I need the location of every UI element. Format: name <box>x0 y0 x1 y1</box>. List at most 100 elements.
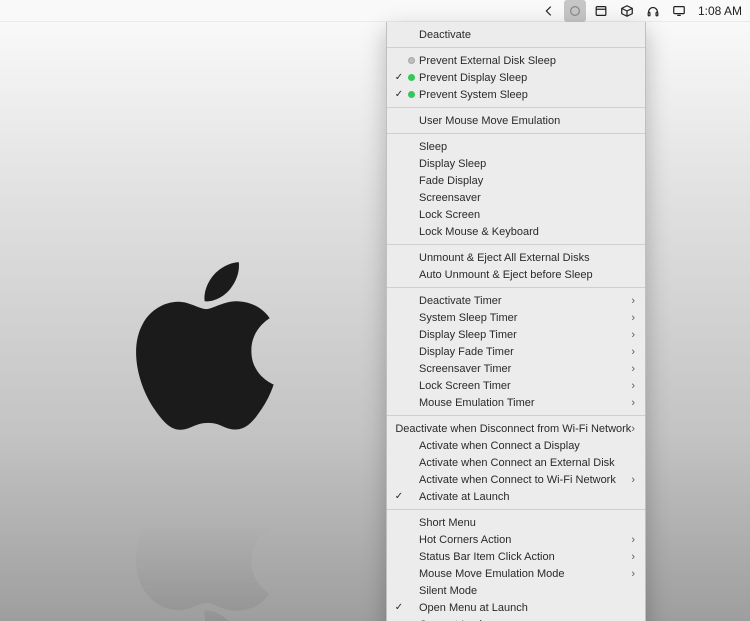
menu-item[interactable]: Display Sleep Timer› <box>387 326 645 343</box>
menu-separator <box>387 107 645 108</box>
menu-item-label: Silent Mode <box>417 584 625 598</box>
menu-item-label: Lock Screen Timer <box>417 379 625 393</box>
menu-item-label: Deactivate when Disconnect from Wi-Fi Ne… <box>393 422 631 436</box>
menu-item[interactable]: Deactivate when Disconnect from Wi-Fi Ne… <box>387 420 645 437</box>
chevron-right-icon: › <box>631 422 635 436</box>
menubar-display-icon[interactable] <box>668 0 690 22</box>
chevron-right-icon: › <box>625 294 635 308</box>
menu-item[interactable]: Lock Mouse & Keyboard <box>387 223 645 240</box>
menu-item[interactable]: ✓ Prevent Display Sleep <box>387 69 645 86</box>
menu-item-label: Open Menu at Launch <box>417 601 625 615</box>
menu-item[interactable]: Sleep <box>387 138 645 155</box>
menu-item[interactable]: Deactivate <box>387 26 645 43</box>
menu-item[interactable]: Status Bar Item Click Action› <box>387 548 645 565</box>
menu-separator <box>387 47 645 48</box>
menu-item[interactable]: Screensaver Timer› <box>387 360 645 377</box>
chevron-right-icon: › <box>625 396 635 410</box>
menu-item-label: Fade Display <box>417 174 625 188</box>
menu-item-label: Short Menu <box>417 516 625 530</box>
menu-item[interactable]: Mouse Emulation Timer› <box>387 394 645 411</box>
menu-item[interactable]: Display Sleep <box>387 155 645 172</box>
menu-item-label: Prevent External Disk Sleep <box>417 54 625 68</box>
chevron-right-icon: › <box>625 345 635 359</box>
menu-item-label: User Mouse Move Emulation <box>417 114 625 128</box>
menu-item[interactable]: Screensaver <box>387 189 645 206</box>
menu-separator <box>387 415 645 416</box>
menu-item-label: Screensaver <box>417 191 625 205</box>
menu-item[interactable]: Lock Screen <box>387 206 645 223</box>
chevron-right-icon: › <box>625 567 635 581</box>
menu-item[interactable]: ✓ Prevent System Sleep <box>387 86 645 103</box>
chevron-right-icon: › <box>625 379 635 393</box>
menu-item[interactable]: Silent Mode <box>387 582 645 599</box>
menu-item[interactable]: ✓ Open Menu at Launch <box>387 599 645 616</box>
menu-item-label: Activate when Connect to Wi-Fi Network <box>417 473 625 487</box>
menubar-calendar-icon[interactable] <box>590 0 612 22</box>
status-dot-icon <box>405 57 417 64</box>
check-icon: ✓ <box>393 88 405 102</box>
menu-item-label: Mouse Move Emulation Mode <box>417 567 625 581</box>
menu-item-label: Hot Corners Action <box>417 533 625 547</box>
check-icon: ✓ <box>393 490 405 504</box>
chevron-right-icon: › <box>625 328 635 342</box>
menu-item[interactable]: Open at Login <box>387 616 645 621</box>
menu-item-label: Open at Login <box>417 618 625 621</box>
menu-item[interactable]: Deactivate Timer› <box>387 292 645 309</box>
menu-item-label: Display Sleep Timer <box>417 328 625 342</box>
chevron-right-icon: › <box>625 311 635 325</box>
chevron-right-icon: › <box>625 533 635 547</box>
menu-item-label: Prevent System Sleep <box>417 88 625 102</box>
menu-item[interactable]: Unmount & Eject All External Disks <box>387 249 645 266</box>
menubar-cube-icon[interactable] <box>616 0 638 22</box>
menubar-clock[interactable]: 1:08 AM <box>698 4 742 18</box>
menu-item-label: Lock Screen <box>417 208 625 222</box>
menu-item[interactable]: ✓ Activate at Launch <box>387 488 645 505</box>
menu-item[interactable]: Short Menu <box>387 514 645 531</box>
menubar-app-icon[interactable] <box>564 0 586 22</box>
menu-item-label: Display Fade Timer <box>417 345 625 359</box>
menu-separator <box>387 133 645 134</box>
menu-item[interactable]: Hot Corners Action› <box>387 531 645 548</box>
menu-item[interactable]: User Mouse Move Emulation <box>387 112 645 129</box>
menu-item-label: Mouse Emulation Timer <box>417 396 625 410</box>
menu-separator <box>387 244 645 245</box>
menu-item-label: Prevent Display Sleep <box>417 71 625 85</box>
menu-item-label: Auto Unmount & Eject before Sleep <box>417 268 625 282</box>
check-icon: ✓ <box>393 71 405 85</box>
menu-separator <box>387 287 645 288</box>
menu-separator <box>387 509 645 510</box>
menu-item-label: Display Sleep <box>417 157 625 171</box>
chevron-right-icon: › <box>625 550 635 564</box>
menubar: 1:08 AM <box>0 0 750 22</box>
menu-item-label: Activate at Launch <box>417 490 625 504</box>
menu-item[interactable]: Fade Display <box>387 172 645 189</box>
menu-item[interactable]: Mouse Move Emulation Mode› <box>387 565 645 582</box>
menubar-chevron-left-icon[interactable] <box>538 0 560 22</box>
menu-item-label: Screensaver Timer <box>417 362 625 376</box>
menu-item[interactable]: Display Fade Timer› <box>387 343 645 360</box>
menu-item-label: System Sleep Timer <box>417 311 625 325</box>
menu-item[interactable]: Auto Unmount & Eject before Sleep <box>387 266 645 283</box>
menu-item-label: Deactivate Timer <box>417 294 625 308</box>
menu-item-label: Status Bar Item Click Action <box>417 550 625 564</box>
menu-item-label: Sleep <box>417 140 625 154</box>
menu-item[interactable]: Activate when Connect a Display <box>387 437 645 454</box>
menu-item[interactable]: Activate when Connect an External Disk <box>387 454 645 471</box>
desktop-apple-logo <box>115 240 335 560</box>
menu-item[interactable]: Activate when Connect to Wi-Fi Network› <box>387 471 645 488</box>
menu-item[interactable]: Lock Screen Timer› <box>387 377 645 394</box>
menu-item[interactable]: Prevent External Disk Sleep <box>387 52 645 69</box>
menubar-headphones-icon[interactable] <box>642 0 664 22</box>
menu-item-label: Lock Mouse & Keyboard <box>417 225 625 239</box>
check-icon: ✓ <box>393 601 405 615</box>
apple-icon <box>115 240 295 450</box>
menu-item-label: Deactivate <box>417 28 625 42</box>
menu-item-label: Unmount & Eject All External Disks <box>417 251 625 265</box>
status-dot-icon <box>405 74 417 81</box>
chevron-right-icon: › <box>625 362 635 376</box>
menu-item[interactable]: System Sleep Timer› <box>387 309 645 326</box>
status-dot-icon <box>405 91 417 98</box>
app-menu-panel: Deactivate Prevent External Disk Sleep ✓ Pr… <box>386 22 646 621</box>
chevron-right-icon: › <box>625 473 635 487</box>
menu-item-label: Activate when Connect a Display <box>417 439 625 453</box>
